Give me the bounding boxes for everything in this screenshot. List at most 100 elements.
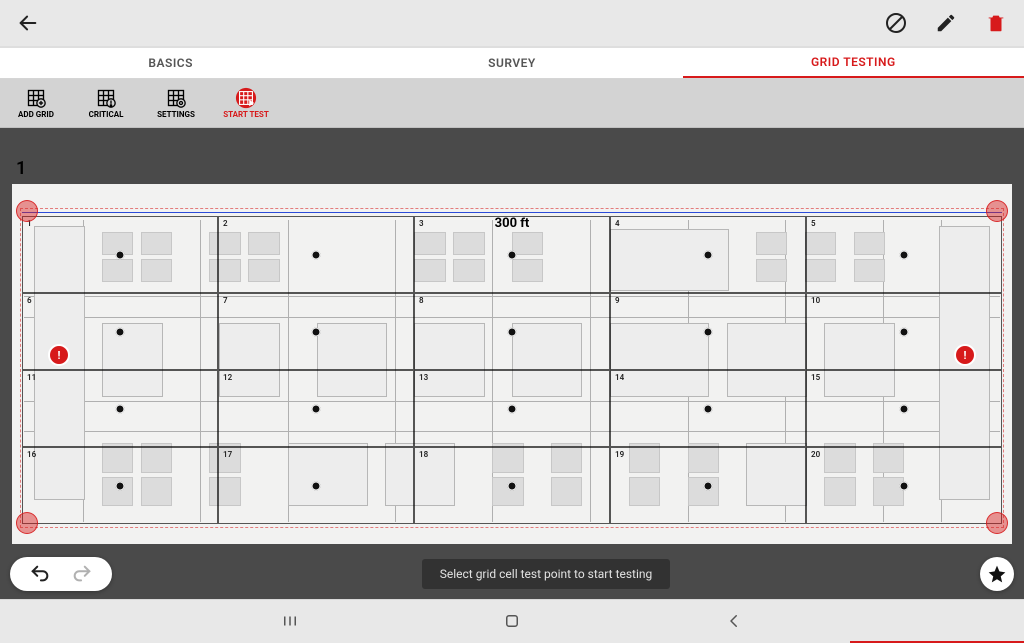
recents-icon	[281, 612, 299, 630]
grid-cell-5[interactable]: 5	[806, 216, 1002, 293]
test-point-marker[interactable]	[704, 250, 713, 259]
cell-number: 12	[223, 373, 232, 382]
cell-number: 3	[419, 219, 424, 228]
test-point-marker[interactable]	[116, 327, 125, 336]
delete-button[interactable]	[982, 9, 1010, 37]
grid-alert-icon	[96, 88, 116, 108]
test-point-marker[interactable]	[312, 404, 321, 413]
grid-handle-top-left[interactable]	[16, 200, 38, 222]
test-point-marker[interactable]	[704, 481, 713, 490]
test-point-marker[interactable]	[900, 327, 909, 336]
grid-handle-top-right[interactable]	[986, 200, 1008, 222]
grid-gear-icon	[166, 88, 186, 108]
tab-survey[interactable]: SURVEY	[341, 48, 682, 78]
grid-handle-bottom-right[interactable]	[986, 512, 1008, 534]
grid-cell-14[interactable]: 14	[610, 370, 806, 447]
test-point-marker[interactable]	[312, 250, 321, 259]
critical-point-left[interactable]: !	[48, 344, 70, 366]
grid-cell-7[interactable]: 7	[218, 293, 414, 370]
test-point-marker[interactable]	[312, 481, 321, 490]
back-button[interactable]	[14, 9, 42, 37]
cell-number: 6	[27, 296, 32, 305]
test-point-marker[interactable]	[116, 481, 125, 490]
test-point-marker[interactable]	[508, 250, 517, 259]
cell-number: 4	[615, 219, 620, 228]
test-point-marker[interactable]	[508, 404, 517, 413]
edit-button[interactable]	[932, 9, 960, 37]
grid-plus-icon	[26, 88, 46, 108]
grid-cell-12[interactable]: 12	[218, 370, 414, 447]
grid-cell-20[interactable]: 20	[806, 447, 1002, 524]
grid-cell-19[interactable]: 19	[610, 447, 806, 524]
alert-icon: !	[58, 349, 61, 362]
cell-number: 19	[615, 450, 624, 459]
cell-number: 17	[223, 450, 232, 459]
cell-number: 2	[223, 219, 228, 228]
cell-number: 8	[419, 296, 424, 305]
grid-cell-1[interactable]: 1	[22, 216, 218, 293]
home-icon	[503, 612, 521, 630]
canvas-overlay-bar: Select grid cell test point to start tes…	[0, 548, 1024, 600]
grid-cell-9[interactable]: 9	[610, 293, 806, 370]
test-point-marker[interactable]	[508, 481, 517, 490]
cell-number: 20	[811, 450, 820, 459]
cell-number: 18	[419, 450, 428, 459]
grid-cell-2[interactable]: 2	[218, 216, 414, 293]
test-point-marker[interactable]	[508, 327, 517, 336]
test-point-marker[interactable]	[116, 250, 125, 259]
add-grid-label: ADD GRID	[18, 110, 54, 119]
cell-number: 14	[615, 373, 624, 382]
alert-icon: !	[964, 349, 967, 362]
grid-cell-13[interactable]: 13	[414, 370, 610, 447]
cancel-button[interactable]	[882, 9, 910, 37]
test-point-marker[interactable]	[704, 404, 713, 413]
grid-play-icon	[235, 87, 257, 109]
cell-number: 9	[615, 296, 620, 305]
grid-cell-17[interactable]: 17	[218, 447, 414, 524]
test-point-marker[interactable]	[116, 404, 125, 413]
status-toast: Select grid cell test point to start tes…	[422, 559, 671, 589]
floorplan-viewport[interactable]: 1	[0, 128, 1024, 600]
grid-cell-8[interactable]: 8	[414, 293, 610, 370]
grid-handle-bottom-left[interactable]	[16, 512, 38, 534]
tab-grid-testing[interactable]: GRID TESTING	[683, 48, 1024, 78]
grid-toolbar: ADD GRID CRITICAL SETTINGS START TEST	[0, 79, 1024, 128]
cell-number: 15	[811, 373, 820, 382]
cell-number: 11	[27, 373, 36, 382]
test-point-marker[interactable]	[900, 481, 909, 490]
critical-label: CRITICAL	[89, 110, 124, 119]
sysnav-back[interactable]	[723, 610, 745, 632]
chevron-left-icon	[725, 612, 743, 630]
grid-cell-3[interactable]: 3	[414, 216, 610, 293]
grid-cell-15[interactable]: 15	[806, 370, 1002, 447]
grid-cell-4[interactable]: 4	[610, 216, 806, 293]
cell-number: 5	[811, 219, 816, 228]
grid-cell-16[interactable]: 16	[22, 447, 218, 524]
redo-icon	[71, 563, 93, 585]
add-grid-tool[interactable]: ADD GRID	[10, 88, 62, 119]
pencil-icon	[935, 12, 957, 34]
test-point-marker[interactable]	[900, 404, 909, 413]
test-point-marker[interactable]	[312, 327, 321, 336]
grid-cell-18[interactable]: 18	[414, 447, 610, 524]
cell-number: 16	[27, 450, 36, 459]
grid-cell-11[interactable]: 11	[22, 370, 218, 447]
undo-redo-group	[10, 557, 112, 591]
start-test-label: START TEST	[223, 110, 269, 119]
prohibit-icon	[884, 11, 908, 35]
sysnav-recents[interactable]	[279, 610, 301, 632]
undo-button[interactable]	[26, 560, 54, 588]
critical-tool[interactable]: CRITICAL	[80, 88, 132, 119]
sysnav-home[interactable]	[501, 610, 523, 632]
settings-tool[interactable]: SETTINGS	[150, 88, 202, 119]
floorplan[interactable]: 300 ft 1234567891011121314151617181920 !…	[10, 182, 1014, 546]
redo-button[interactable]	[68, 560, 96, 588]
test-point-marker[interactable]	[900, 250, 909, 259]
tab-bar: BASICS SURVEY GRID TESTING	[0, 48, 1024, 79]
settings-label: SETTINGS	[157, 110, 195, 119]
start-test-tool[interactable]: START TEST	[220, 88, 272, 119]
tab-basics[interactable]: BASICS	[0, 48, 341, 78]
favorite-fab[interactable]	[980, 557, 1014, 591]
test-point-marker[interactable]	[704, 327, 713, 336]
critical-point-right[interactable]: !	[954, 344, 976, 366]
